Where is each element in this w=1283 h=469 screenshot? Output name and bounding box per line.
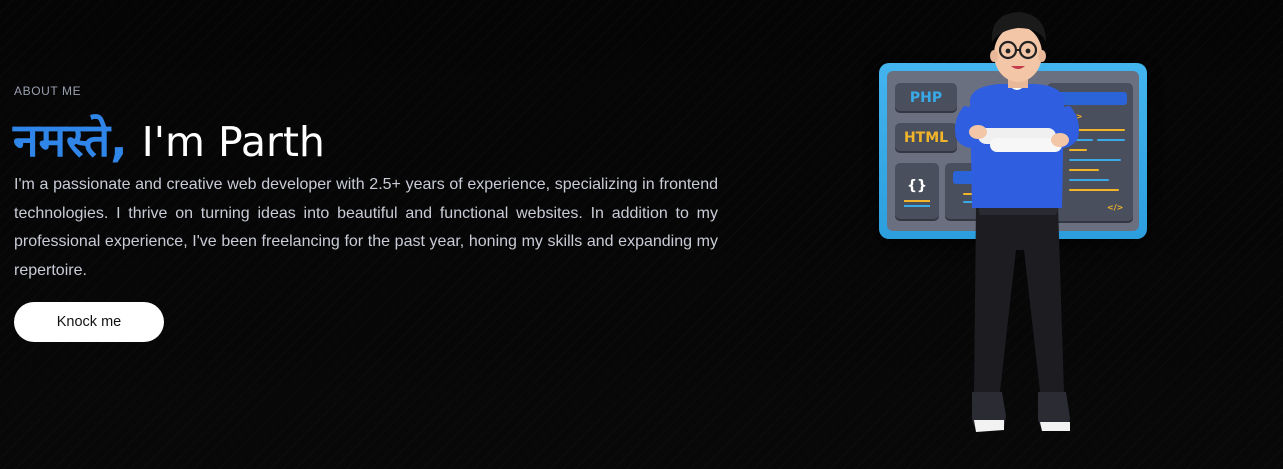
developer-illustration: PHP HTML {} <> [860,0,1170,469]
about-section: ABOUT ME नमस्ते, I'm Parth I'm a passion… [0,0,1283,469]
knock-me-button[interactable]: Knock me [14,302,164,342]
greeting-text: नमस्ते, [13,113,128,167]
intro-paragraph: I'm a passionate and creative web develo… [14,176,718,279]
developer-character-image [955,12,1079,432]
page-title: नमस्ते, I'm Parth [13,108,325,167]
name-text: I'm Parth [141,118,325,166]
section-label: ABOUT ME [14,84,82,98]
